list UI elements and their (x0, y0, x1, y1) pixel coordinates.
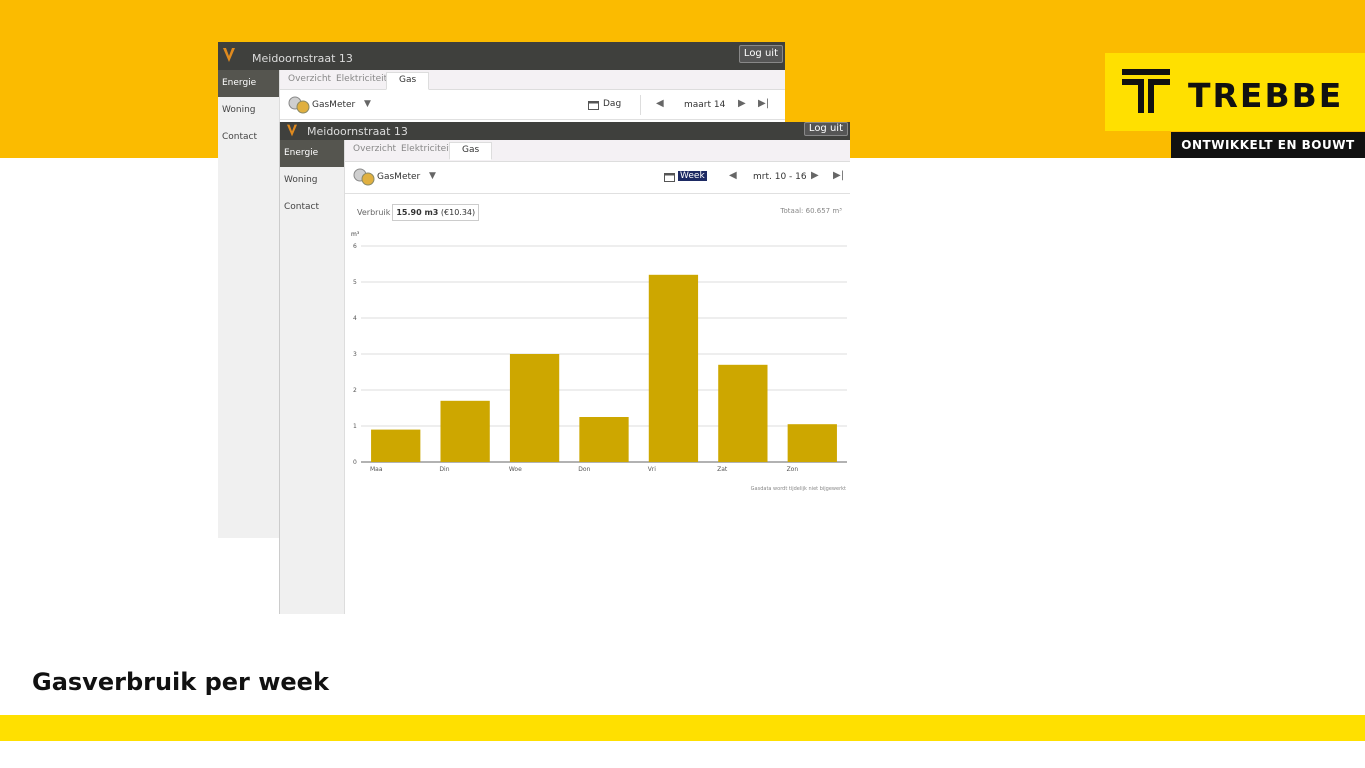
last-period-icon[interactable]: ▶| (833, 170, 844, 181)
slide: TREBBE ONTWIKKELT EN BOUWT Meidoornstraa… (0, 0, 1365, 768)
bar-don (579, 417, 629, 462)
toolbar: GasMeter ▼ Week ◀ mrt. 10 - 16 ▶ ▶| (345, 162, 850, 194)
tab-elektriciteit[interactable]: Elektriciteit (401, 144, 452, 154)
sidebar-item-energie[interactable]: Energie (280, 140, 344, 167)
tab-gas[interactable]: Gas (449, 142, 493, 160)
next-period-icon[interactable]: ▶ (738, 98, 746, 109)
usage-summary: Verbruik 15.90 m3 (€10.34) (357, 204, 480, 221)
gas-meter-icon (353, 168, 375, 186)
brand-tagline: ONTWIKKELT EN BOUWT (1171, 132, 1365, 158)
title-bar: Meidoornstraat 13 Log uit (218, 42, 785, 70)
prev-period-icon[interactable]: ◀ (729, 170, 737, 181)
tab-strip: Overzicht Elektriciteit Gas (280, 70, 785, 90)
bar-din (440, 400, 490, 462)
bar-maa (371, 429, 421, 462)
slide-caption: Gasverbruik per week (32, 668, 329, 696)
y-tick-label: 3 (353, 351, 357, 358)
window-title: Meidoornstraat 13 (307, 125, 408, 138)
bottom-color-band (0, 715, 1365, 741)
brand-name: TREBBE (1188, 76, 1344, 115)
title-bar: Meidoornstraat 13 Log uit (280, 122, 850, 140)
y-tick-label: 6 (353, 243, 357, 250)
x-tick-label: Woe (509, 466, 522, 473)
sidebar-item-contact[interactable]: Contact (218, 124, 279, 151)
prev-period-icon[interactable]: ◀ (656, 98, 664, 109)
y-tick-label: 5 (353, 279, 357, 286)
total-usage: Totaal: 60.657 m³ (780, 207, 842, 215)
toolbar-separator (640, 95, 641, 115)
bar-zat (718, 364, 768, 462)
y-tick-label: 1 (353, 423, 357, 430)
chart-footnote: Gasdata wordt tijdelijk niet bijgewerkt (750, 486, 846, 492)
period-week-button[interactable]: Week (678, 171, 707, 181)
bar-vri (648, 274, 699, 462)
front-app-window: Meidoornstraat 13 Log uit Energie Woning… (280, 122, 850, 614)
usage-value-box: 15.90 m3 (€10.34) (392, 204, 480, 221)
bar-woe (509, 354, 560, 462)
chevron-down-icon[interactable]: ▼ (364, 99, 371, 109)
trebbe-logo-icon (1122, 69, 1170, 113)
y-tick-label: 2 (353, 387, 357, 394)
chevron-down-icon[interactable]: ▼ (429, 171, 436, 181)
date-range: maart 14 (684, 100, 726, 110)
meter-select[interactable]: GasMeter (377, 172, 420, 182)
sidebar-item-energie[interactable]: Energie (218, 70, 279, 97)
app-logo-icon (287, 124, 297, 137)
window-title: Meidoornstraat 13 (252, 52, 353, 65)
x-tick-label: Zon (787, 466, 799, 473)
gas-meter-icon (288, 96, 310, 114)
usage-amount: 15.90 m3 (396, 208, 439, 217)
calendar-icon[interactable] (588, 100, 599, 110)
next-period-icon[interactable]: ▶ (811, 170, 819, 181)
sidebar-item-contact[interactable]: Contact (280, 194, 344, 221)
usage-label: Verbruik (357, 208, 391, 217)
x-tick-label: Vri (648, 466, 657, 473)
tab-overzicht[interactable]: Overzicht (288, 74, 331, 84)
y-axis-unit-label: m³ (351, 231, 360, 238)
sidebar: Energie Woning Contact (280, 140, 345, 614)
calendar-icon[interactable] (664, 172, 675, 182)
bar-zon (787, 424, 837, 462)
sidebar-item-woning[interactable]: Woning (218, 97, 279, 124)
gas-usage-bar-chart: m³ 0 1 2 3 4 5 6 Maa Din Woe Don Vri Zat Zon (351, 231, 847, 473)
y-tick-label: 4 (353, 315, 357, 322)
tab-gas[interactable]: Gas (386, 72, 430, 90)
date-range: mrt. 10 - 16 (753, 172, 807, 182)
tab-strip: Overzicht Elektriciteit Gas (345, 140, 850, 162)
toolbar: GasMeter ▼ Dag ◀ maart 14 ▶ ▶| (280, 90, 785, 120)
last-period-icon[interactable]: ▶| (758, 98, 769, 109)
x-tick-label: Zat (717, 466, 728, 473)
logout-button[interactable]: Log uit (738, 45, 783, 63)
app-logo-icon (223, 48, 235, 62)
tab-elektriciteit[interactable]: Elektriciteit (336, 74, 387, 84)
logout-button[interactable]: Log uit (803, 122, 848, 136)
sidebar: Energie Woning Contact (218, 70, 280, 538)
x-tick-label: Maa (370, 466, 383, 473)
meter-select[interactable]: GasMeter (312, 100, 355, 110)
tab-overzicht[interactable]: Overzicht (353, 144, 396, 154)
y-tick-label: 0 (353, 459, 357, 466)
x-tick-label: Din (439, 466, 449, 473)
period-day-button[interactable]: Dag (603, 99, 621, 109)
sidebar-item-woning[interactable]: Woning (280, 167, 344, 194)
usage-cost: (€10.34) (440, 208, 476, 217)
x-tick-label: Don (578, 466, 590, 473)
